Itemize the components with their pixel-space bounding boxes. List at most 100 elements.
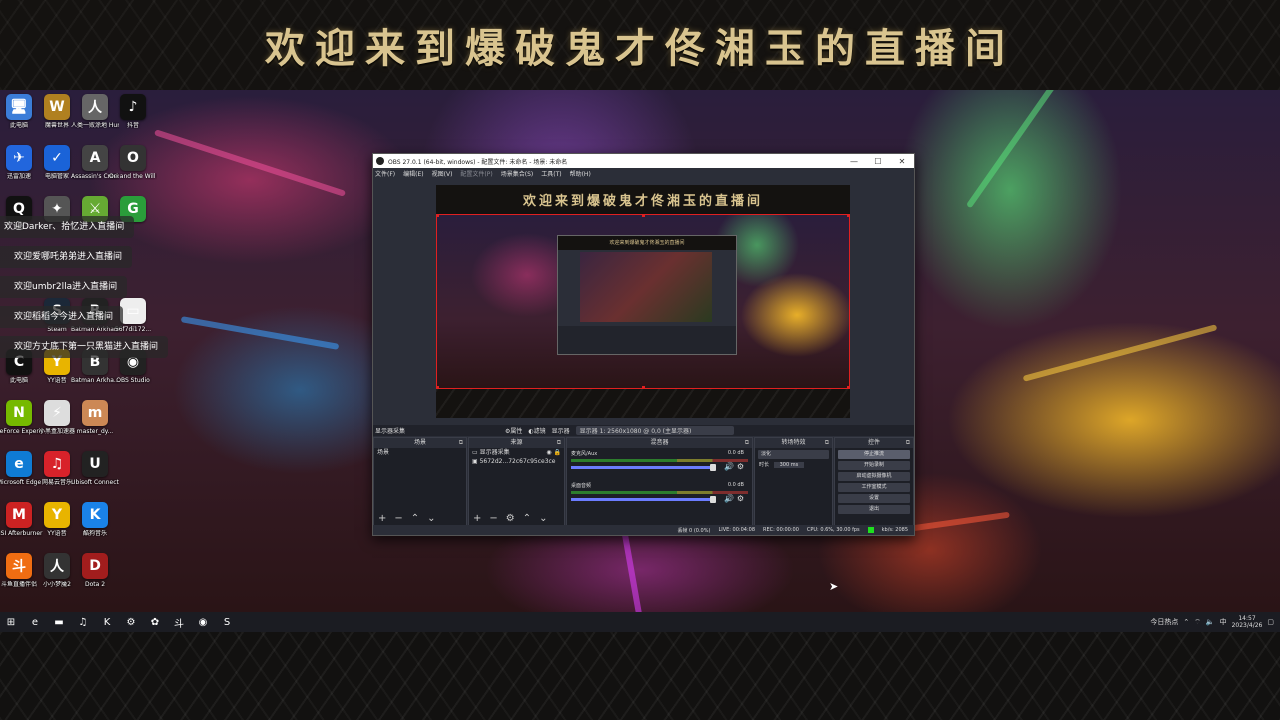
volume-slider[interactable] [571, 464, 716, 471]
dock-float-icon[interactable]: ⧉ [745, 438, 749, 448]
obs-titlebar[interactable]: OBS 27.0.1 (64-bit, windows) - 配置文件: 未命名… [373, 154, 914, 168]
edge-icon[interactable]: e [26, 613, 44, 631]
mouse-cursor-icon: ➤ [829, 580, 839, 593]
file-explorer-icon[interactable]: ▬ [50, 613, 68, 631]
app-icon: m [82, 400, 108, 426]
volume-icon[interactable]: 🔈 [1206, 618, 1215, 626]
news-widget[interactable]: 今日热点 [1150, 617, 1178, 627]
display-select[interactable]: 显示器 1: 2560x1080 @ 0,0 (主显示器) [575, 426, 734, 435]
obs-window[interactable]: OBS 27.0.1 (64-bit, windows) - 配置文件: 未命名… [372, 153, 915, 536]
dock-float-icon[interactable]: ⧉ [906, 438, 910, 448]
welcome-message: 欢迎Darker、拾忆进入直播间 [0, 216, 135, 238]
app-icon: ⚡ [44, 400, 70, 426]
transitions-dock-header: 转场特效 ⧉ [755, 438, 832, 448]
scenes-dock-header: 场景 ⧉ [374, 438, 466, 448]
source-item-label: 5672d2...72c67c95ce3ce [479, 458, 556, 465]
resize-handle[interactable] [847, 214, 850, 217]
start-icon[interactable]: ⊞ [2, 613, 20, 631]
settings-icon[interactable]: ⚙ [122, 613, 140, 631]
welcome-message: 欢迎方丈底下第一只黑猫进入直播间 [0, 336, 169, 358]
visibility-eye-icon[interactable]: ◉ 🔒 [546, 448, 561, 457]
taskbar-icons: ⊞ e ▬ ♫ K ⚙ ✿ 斗 ◉ S [0, 613, 236, 631]
slider-handle[interactable] [709, 464, 716, 471]
maximize-icon[interactable]: ☐ [866, 157, 890, 166]
volume-slider[interactable] [571, 496, 716, 503]
desktop-icon[interactable]: m master_dy... [71, 400, 119, 435]
speaker-icon[interactable]: 🔊 ⚙ [724, 494, 744, 503]
kugou-icon[interactable]: K [98, 613, 116, 631]
menu-edit[interactable]: 编辑(E) [403, 169, 423, 178]
desktop-icon-label: 抖音 [126, 122, 139, 129]
source-item[interactable]: ▣ 5672d2...72c67c95ce3ce [469, 457, 564, 466]
color-app-icon[interactable]: ✿ [146, 613, 164, 631]
preview-inner-canvas [580, 252, 712, 322]
app-icon: ✈ [6, 145, 32, 171]
notification-icon[interactable]: ▢ [1267, 618, 1274, 626]
move-up-icon[interactable]: ⌃ [411, 513, 419, 524]
desktop-icon[interactable]: D Dota 2 [71, 553, 119, 588]
menu-help[interactable]: 帮助(H) [570, 169, 591, 178]
track-db: 0.0 dB [727, 482, 744, 488]
move-down-icon[interactable]: ⌄ [539, 513, 547, 524]
filters-button[interactable]: ◐滤镜 [528, 426, 545, 435]
add-icon[interactable]: + [473, 513, 481, 524]
dock-float-icon[interactable]: ⧉ [557, 438, 561, 448]
duration-input[interactable]: 300 ms [773, 462, 805, 468]
desktop-icon[interactable]: U Ubisoft Connect [71, 451, 119, 486]
menu-scene-collection[interactable]: 场景集合(S) [501, 169, 534, 178]
app-icon: 人 [82, 94, 108, 120]
netease-icon[interactable]: ♫ [74, 613, 92, 631]
sources-dock-toolbar: + − ⚙ ⌃ ⌄ [473, 513, 548, 524]
transition-type-select[interactable]: 淡化 [758, 450, 829, 459]
move-down-icon[interactable]: ⌄ [427, 513, 435, 524]
studio-mode-button[interactable]: 工作室模式 [838, 483, 910, 492]
stop-streaming-button[interactable]: 停止推流 [838, 450, 910, 459]
menu-view[interactable]: 视图(V) [432, 169, 453, 178]
slider-handle[interactable] [709, 496, 716, 503]
dock-float-icon[interactable]: ⧉ [825, 438, 829, 448]
clock[interactable]: 14:57 2023/4/26 [1232, 615, 1263, 629]
tray-chevron-icon[interactable]: ⌃ [1183, 618, 1189, 626]
preview-inner-banner: 欢迎来到爆破鬼才佟湘玉的直播间 [558, 236, 736, 250]
start-virtual-camera-button[interactable]: 启动虚拟摄像机 [838, 472, 910, 481]
gear-icon[interactable]: ⚙ [506, 513, 515, 524]
ime-indicator[interactable]: 中 [1220, 617, 1227, 627]
source-item[interactable]: ▭ 显示器采集 ◉ 🔒 [469, 448, 564, 457]
desktop-icon-label: Ubisoft Connect [71, 479, 119, 486]
minimize-icon[interactable]: — [842, 157, 866, 166]
desktop-icon-label: OBS Studio [116, 377, 150, 384]
network-icon[interactable]: ⌔ [1194, 618, 1201, 627]
speaker-icon[interactable]: 🔊 ⚙ [724, 462, 744, 471]
close-icon[interactable]: ✕ [890, 157, 914, 166]
properties-button[interactable]: ⚙属性 [505, 426, 522, 435]
obs-icon[interactable]: ◉ [194, 613, 212, 631]
remove-icon[interactable]: − [489, 513, 497, 524]
start-recording-button[interactable]: 开始录制 [838, 461, 910, 470]
preview-desktop-capture[interactable]: 欢迎来到爆破鬼才佟湘玉的直播间 [436, 214, 850, 389]
system-tray: 今日热点 ⌃ ⌔ 🔈 中 14:57 2023/4/26 ▢ [1150, 615, 1280, 629]
menu-file[interactable]: 文件(F) [375, 169, 395, 178]
resize-handle[interactable] [642, 214, 645, 217]
resize-handle[interactable] [436, 214, 439, 217]
transitions-dock-title: 转场特效 [781, 439, 806, 446]
menu-tools[interactable]: 工具(T) [541, 169, 561, 178]
desktop-icon[interactable]: O Ori and the Will of th... [109, 145, 157, 180]
obs-status-bar: 丢帧 0 (0.0%) LIVE: 00:04:08 REC: 00:00:00… [373, 525, 914, 535]
steam-icon[interactable]: S [218, 613, 236, 631]
desktop-icon-label: master_dy... [76, 428, 114, 435]
volume-meter [571, 459, 748, 462]
move-up-icon[interactable]: ⌃ [523, 513, 531, 524]
banner-title: 欢迎来到爆破鬼才佟湘玉的直播间 [265, 25, 1015, 72]
desktop-icon[interactable]: K 酷狗音乐 [71, 502, 119, 537]
remove-icon[interactable]: − [394, 513, 402, 524]
add-icon[interactable]: + [378, 513, 386, 524]
settings-button[interactable]: 设置 [838, 494, 910, 503]
exit-button[interactable]: 退出 [838, 505, 910, 514]
dock-float-icon[interactable]: ⧉ [459, 438, 463, 448]
app-icon: U [82, 451, 108, 477]
desktop-icon[interactable]: ♪ 抖音 [109, 94, 157, 129]
scene-item[interactable]: 场景 [374, 448, 466, 457]
douyu-icon[interactable]: 斗 [170, 613, 188, 631]
obs-preview[interactable]: 欢迎来到爆破鬼才佟湘玉的直播间 欢迎来到爆破鬼才佟湘玉的直播间 [436, 185, 850, 418]
menu-profile[interactable]: 配置文件(P) [460, 169, 492, 178]
